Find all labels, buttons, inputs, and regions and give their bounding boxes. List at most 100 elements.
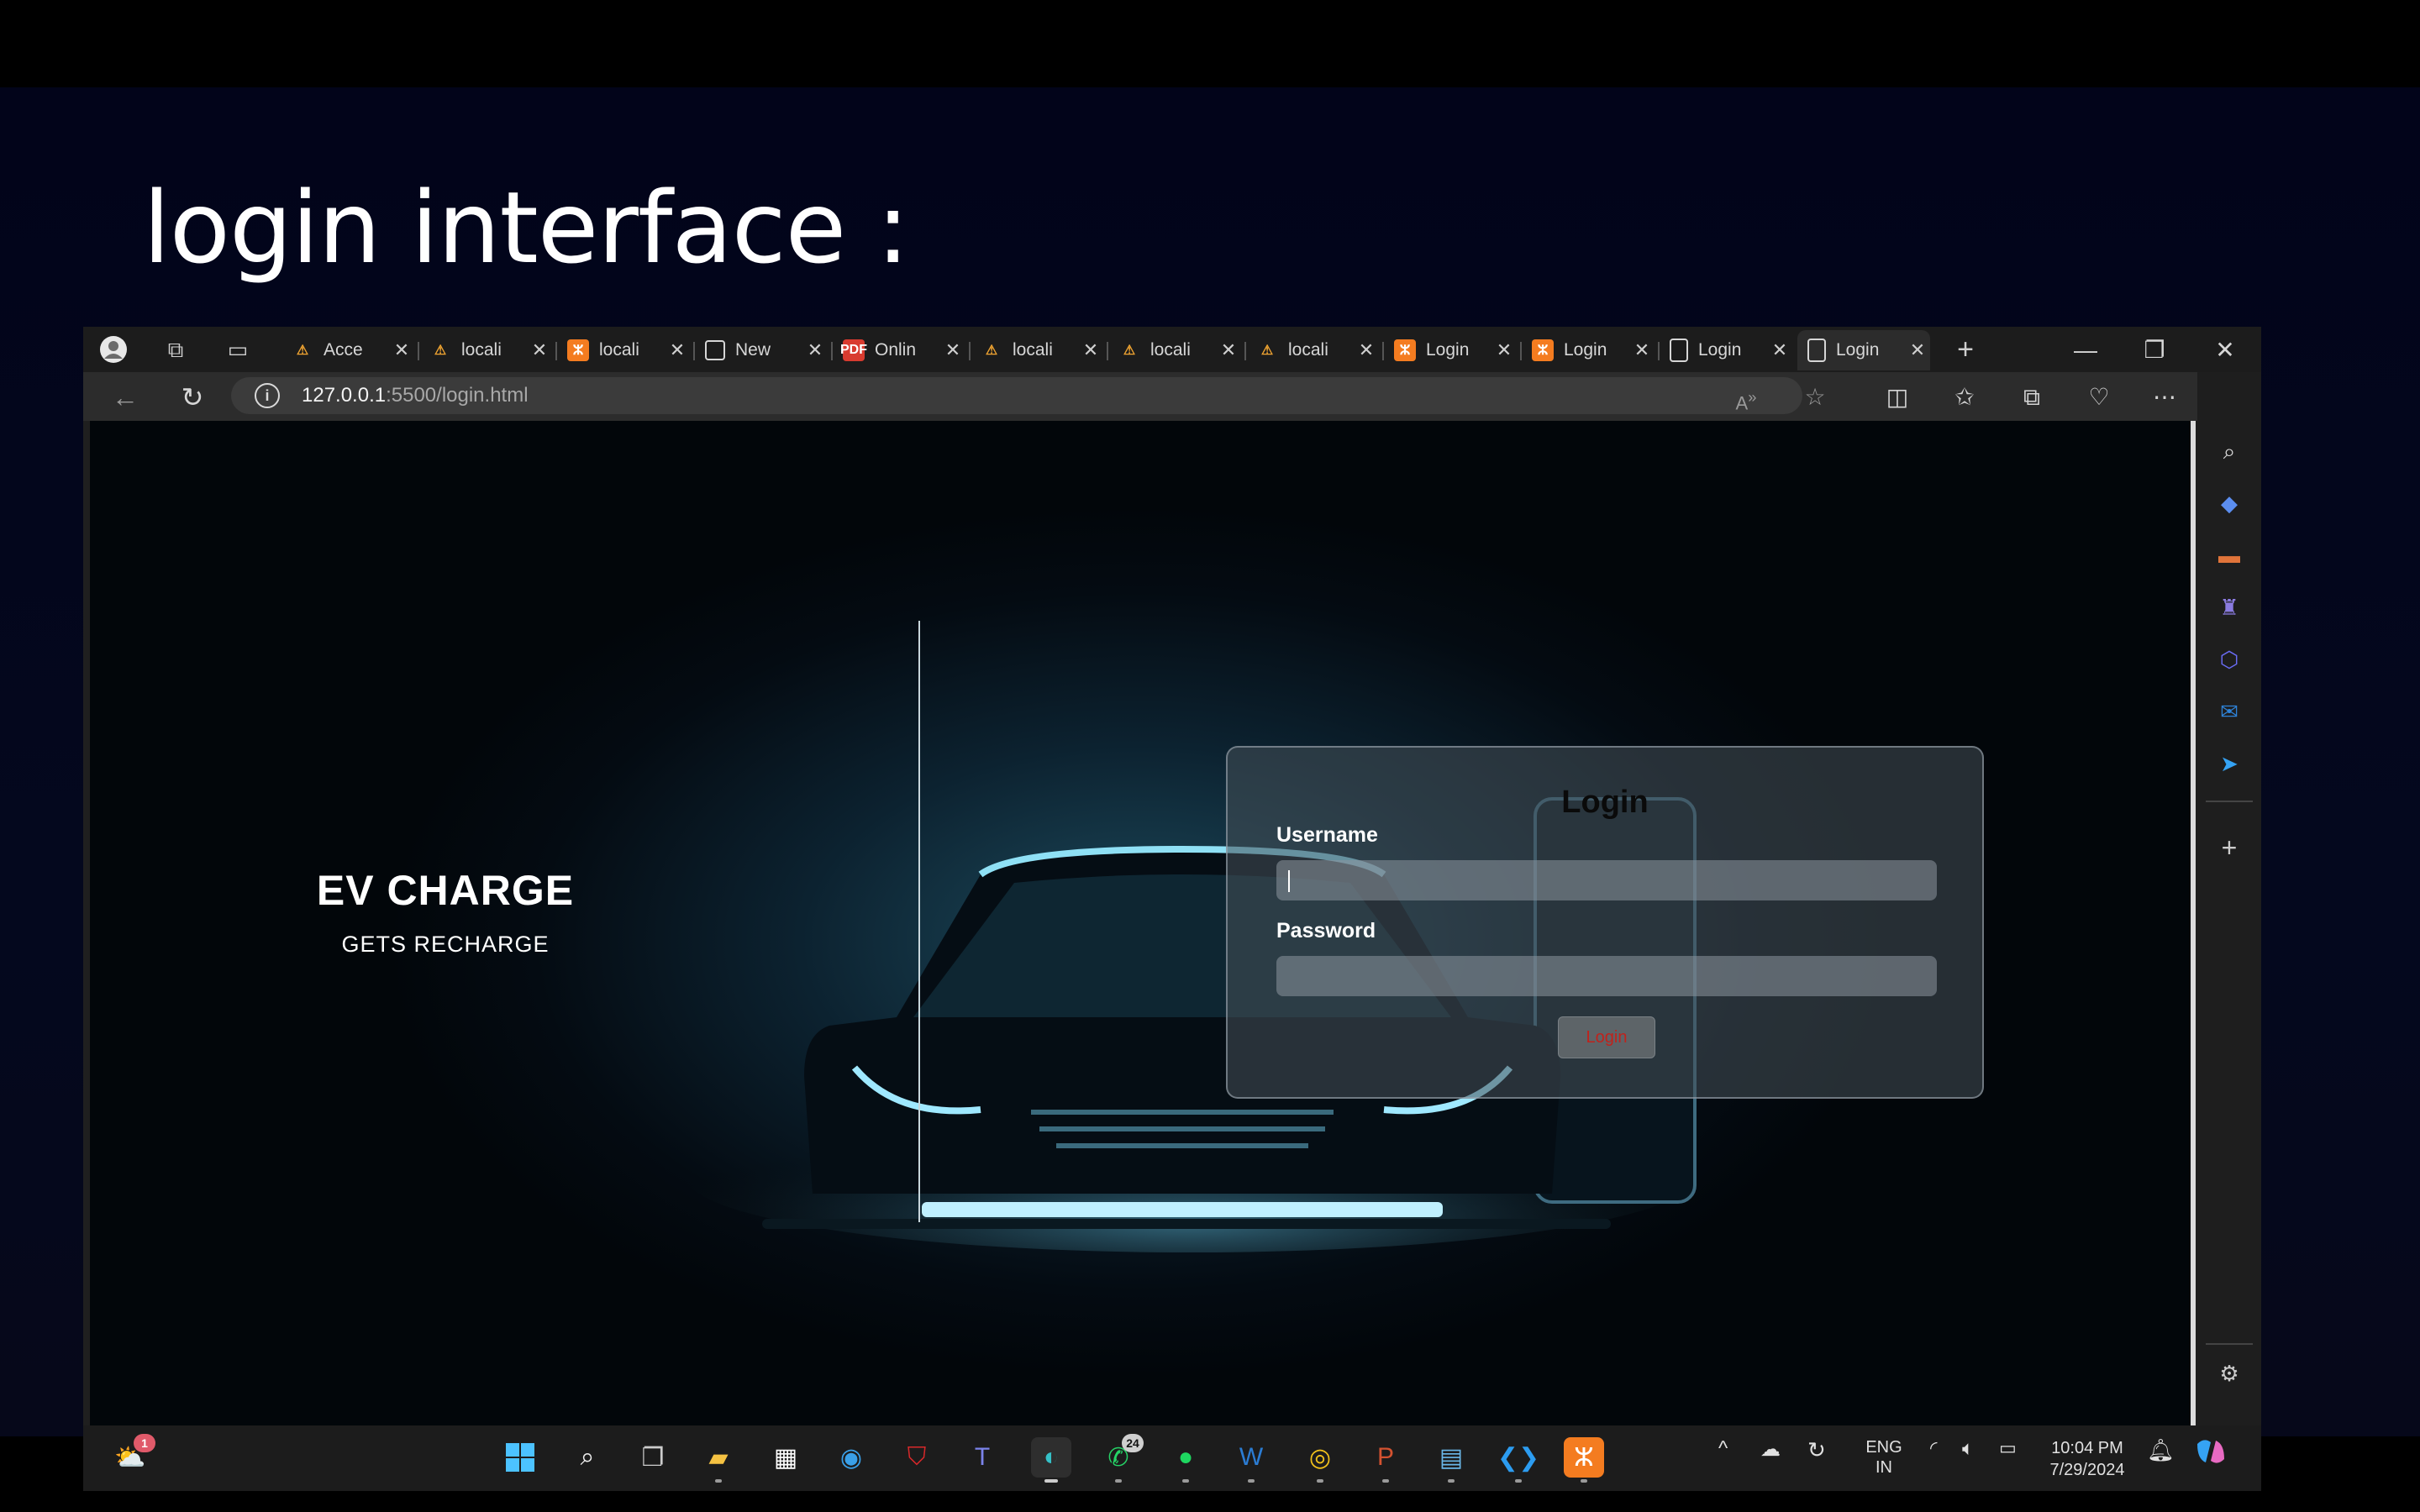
whatsapp-icon[interactable]: ✆ 24	[1098, 1434, 1144, 1483]
favorite-star-icon[interactable]: ☆	[1797, 382, 1833, 412]
battery-icon[interactable]: ▭	[1999, 1437, 2017, 1459]
close-tab-icon[interactable]: ✕	[1078, 339, 1103, 361]
shopping-tag-icon[interactable]: ◆	[2212, 486, 2246, 520]
tab-4[interactable]: New ✕	[695, 330, 828, 370]
login-title: Login	[1561, 785, 1649, 820]
word-icon[interactable]: W	[1231, 1437, 1271, 1483]
password-input[interactable]	[1276, 956, 1937, 996]
brand-subtitle: GETS RECHARGE	[341, 932, 550, 957]
text-cursor	[1288, 870, 1290, 892]
back-icon[interactable]: ←	[108, 382, 142, 412]
close-tab-icon[interactable]: ✕	[1354, 339, 1379, 361]
clock[interactable]: 10:04 PM 7/29/2024	[2041, 1437, 2133, 1481]
close-tab-icon[interactable]: ✕	[1629, 339, 1655, 361]
chrome-icon[interactable]: ◎	[1300, 1437, 1340, 1483]
close-tab-icon[interactable]: ✕	[802, 339, 828, 361]
tab-2[interactable]: ⚠ locali ✕	[419, 330, 552, 370]
read-aloud-icon[interactable]: A»	[1728, 382, 1764, 413]
spotify-icon[interactable]: ●	[1165, 1437, 1206, 1483]
teams-icon[interactable]: T	[962, 1437, 1002, 1478]
close-tab-icon[interactable]: ✕	[527, 339, 552, 361]
onedrive-icon[interactable]: ☁	[1760, 1437, 1781, 1462]
close-tab-icon[interactable]: ✕	[1767, 339, 1792, 361]
collections-icon[interactable]: ⧉	[2014, 382, 2049, 412]
document-icon	[1807, 339, 1826, 362]
login-card: Login Username Password Login	[1226, 746, 1984, 1099]
brand-title: EV CHARGE	[316, 867, 575, 914]
settings-gear-icon[interactable]: ⚙	[2212, 1357, 2246, 1390]
search-icon[interactable]: ⌕	[2212, 434, 2246, 468]
browser-window: ⧉ ▭ ⚠ Acce ✕ ⚠ locali ✕ ⵣ locali ✕ New ✕ PDF Onl…	[83, 327, 2261, 1491]
close-tab-icon[interactable]: ✕	[1216, 339, 1241, 361]
xampp-icon: ⵣ	[1532, 339, 1554, 361]
drop-icon[interactable]: ➤	[2212, 747, 2246, 780]
microsoft-store-icon[interactable]: ▦	[765, 1437, 806, 1478]
username-input[interactable]	[1276, 860, 1937, 900]
workspaces-icon[interactable]: ⧉	[160, 335, 191, 364]
outlook-icon[interactable]: ✉	[2212, 695, 2246, 728]
close-window-icon[interactable]: ✕	[2196, 333, 2254, 367]
language-indicator[interactable]: ENG IN	[1854, 1437, 1913, 1478]
split-screen-icon[interactable]: ◫	[1880, 382, 1915, 412]
warning-icon: ⚠	[1260, 344, 1274, 358]
tab-bar: ⧉ ▭ ⚠ Acce ✕ ⚠ locali ✕ ⵣ locali ✕ New ✕ PDF Onl…	[83, 327, 2261, 372]
tab-9[interactable]: ⵣ Login ✕	[1384, 330, 1517, 370]
tab-actions-icon[interactable]: ▭	[223, 335, 253, 364]
tab-6[interactable]: ⚠ locali ✕	[971, 330, 1103, 370]
mcafee-icon[interactable]: ⛉	[897, 1437, 937, 1478]
presentation-slide: login interface : ⧉ ▭ ⚠ Acce ✕ ⚠ locali ✕ ⵣl…	[0, 87, 2420, 1491]
url-field[interactable]: i 127.0.0.1:5500/login.html	[231, 377, 1802, 414]
games-icon[interactable]: ♜	[2212, 591, 2246, 624]
volume-icon[interactable]: 🔈︎	[1962, 1437, 1974, 1461]
notifications-bell-icon[interactable]: 🔔︎	[2147, 1437, 2175, 1463]
show-hidden-icons-icon[interactable]: ^	[1718, 1437, 1728, 1461]
minimize-icon[interactable]: —	[2056, 333, 2115, 367]
restore-icon[interactable]: ❐	[2125, 333, 2184, 367]
xampp-icon: ⵣ	[567, 339, 589, 361]
tab-7[interactable]: ⚠ locali ✕	[1108, 330, 1241, 370]
more-options-icon[interactable]: ⋯	[2147, 382, 2182, 412]
copilot-taskbar-icon[interactable]	[2194, 1437, 2228, 1471]
close-tab-icon[interactable]: ✕	[940, 339, 965, 361]
profile-icon[interactable]	[98, 335, 129, 364]
info-icon[interactable]: i	[255, 383, 280, 408]
document-icon	[1670, 339, 1688, 362]
refresh-icon[interactable]: ↻	[176, 382, 209, 412]
new-tab-icon[interactable]: +	[1950, 335, 1981, 364]
file-explorer-icon[interactable]: ▰	[698, 1437, 739, 1483]
wifi-icon[interactable]: ◜	[1930, 1437, 1938, 1459]
close-tab-icon[interactable]: ✕	[1905, 339, 1930, 361]
favorites-icon[interactable]: ✩	[1947, 382, 1982, 412]
tab-8[interactable]: ⚠ locali ✕	[1246, 330, 1379, 370]
close-tab-icon[interactable]: ✕	[665, 339, 690, 361]
edge-browser-icon[interactable]: ◐	[1031, 1437, 1071, 1483]
dell-icon[interactable]: ◉	[831, 1437, 871, 1478]
tab-12-active[interactable]: Login ✕	[1797, 330, 1930, 370]
add-sidebar-icon[interactable]: +	[2212, 831, 2246, 864]
tab-10[interactable]: ⵣ Login ✕	[1522, 330, 1655, 370]
tools-icon[interactable]: ▬	[2212, 538, 2246, 572]
sync-icon[interactable]: ↻	[1807, 1437, 1826, 1463]
slide-title: login interface :	[143, 170, 910, 286]
close-tab-icon[interactable]: ✕	[1491, 339, 1517, 361]
tab-11[interactable]: Login ✕	[1660, 330, 1792, 370]
warning-icon: ⚠	[434, 344, 447, 358]
task-view-icon[interactable]: ❐	[633, 1437, 673, 1478]
search-icon[interactable]: ⌕	[567, 1437, 608, 1478]
browser-essentials-icon[interactable]: ♡	[2081, 382, 2117, 412]
login-button[interactable]: Login	[1558, 1016, 1655, 1058]
notepad-icon[interactable]: ▤	[1431, 1437, 1471, 1483]
microsoft-365-icon[interactable]: ⬡	[2212, 643, 2246, 676]
warning-icon: ⚠	[296, 344, 309, 358]
scrollbar[interactable]	[2191, 421, 2196, 1425]
xampp-icon[interactable]: ⵣ	[1564, 1437, 1604, 1483]
tab-1[interactable]: ⚠ Acce ✕	[281, 330, 414, 370]
tab-5[interactable]: PDF Onlin ✕	[833, 330, 965, 370]
vscode-icon[interactable]: ❮❯	[1497, 1437, 1539, 1483]
powerpoint-icon[interactable]: P	[1365, 1437, 1406, 1483]
weather-icon[interactable]: ⛅ 1	[110, 1434, 155, 1478]
start-windows-icon[interactable]	[500, 1437, 540, 1478]
username-label: Username	[1276, 823, 1378, 847]
close-tab-icon[interactable]: ✕	[389, 339, 414, 361]
tab-3[interactable]: ⵣ locali ✕	[557, 330, 690, 370]
